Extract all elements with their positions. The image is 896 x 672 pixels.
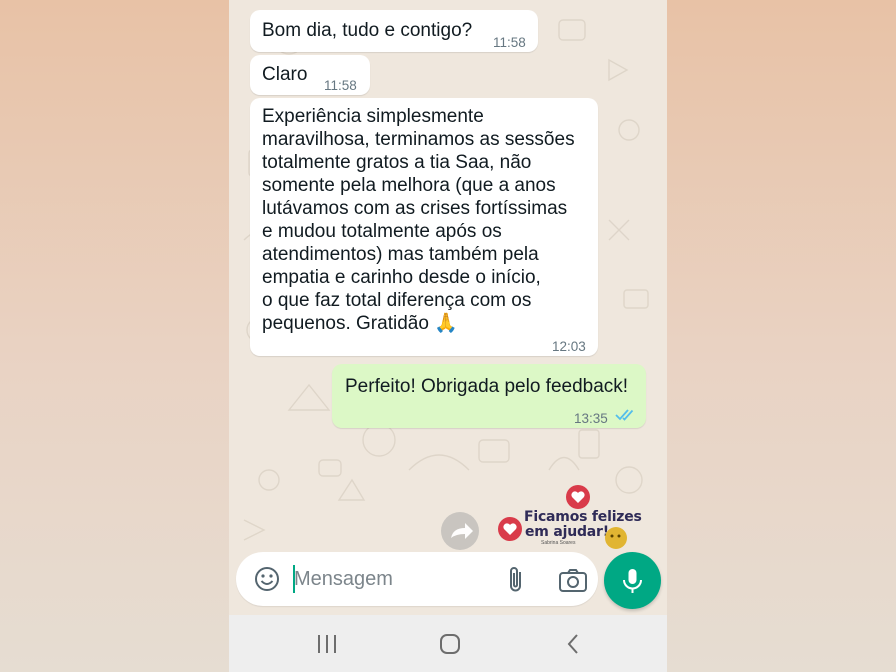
message-bubble-outgoing[interactable]: Perfeito! Obrigada pelo feedback! 13:35 [332, 364, 646, 428]
message-time: 11:58 [493, 35, 526, 50]
back-icon[interactable] [562, 632, 586, 656]
message-bubble-incoming[interactable]: Claro 11:58 [250, 55, 370, 95]
heart-icon [566, 485, 590, 509]
message-text: Bom dia, tudo e contigo? [262, 20, 473, 41]
message-time: 12:03 [552, 339, 586, 354]
message-bubble-incoming[interactable]: Experiência simplesmente maravilhosa, te… [250, 98, 598, 356]
sticker-signature: Sabrina Soares [541, 540, 576, 546]
message-time: 13:35 [574, 411, 608, 426]
mic-icon [623, 569, 642, 593]
camera-icon[interactable] [558, 567, 588, 593]
emoji-icon[interactable] [253, 565, 281, 593]
recent-apps-icon[interactable] [315, 632, 339, 656]
message-bubble-incoming[interactable]: Bom dia, tudo e contigo? 11:58 [250, 10, 538, 52]
message-text: Claro [262, 64, 308, 85]
voice-message-button[interactable] [604, 552, 661, 609]
heart-icon [498, 517, 522, 541]
double-check-icon [615, 409, 634, 421]
phone-screen: Bom dia, tudo e contigo? 11:58 Claro 11:… [229, 0, 667, 672]
message-composer[interactable]: Mensagem [236, 552, 598, 606]
attach-icon[interactable] [505, 564, 527, 594]
sticker-text-line2: em ajudar! [525, 524, 609, 540]
message-text: Experiência simplesmente maravilhosa, te… [262, 106, 575, 334]
sticker-text-line1: Ficamos felizes [524, 509, 642, 525]
system-navigation-bar [229, 615, 667, 672]
message-text: Perfeito! Obrigada pelo feedback! [345, 376, 629, 397]
message-input[interactable]: Mensagem [294, 568, 393, 591]
forward-icon [451, 523, 473, 539]
sticker-message[interactable]: Ficamos felizes em ajudar! Sabrina Soare… [491, 484, 642, 550]
emoji-face-icon [605, 527, 627, 549]
message-time: 11:58 [324, 78, 357, 93]
forward-button[interactable] [441, 512, 479, 550]
home-icon[interactable] [438, 632, 462, 656]
